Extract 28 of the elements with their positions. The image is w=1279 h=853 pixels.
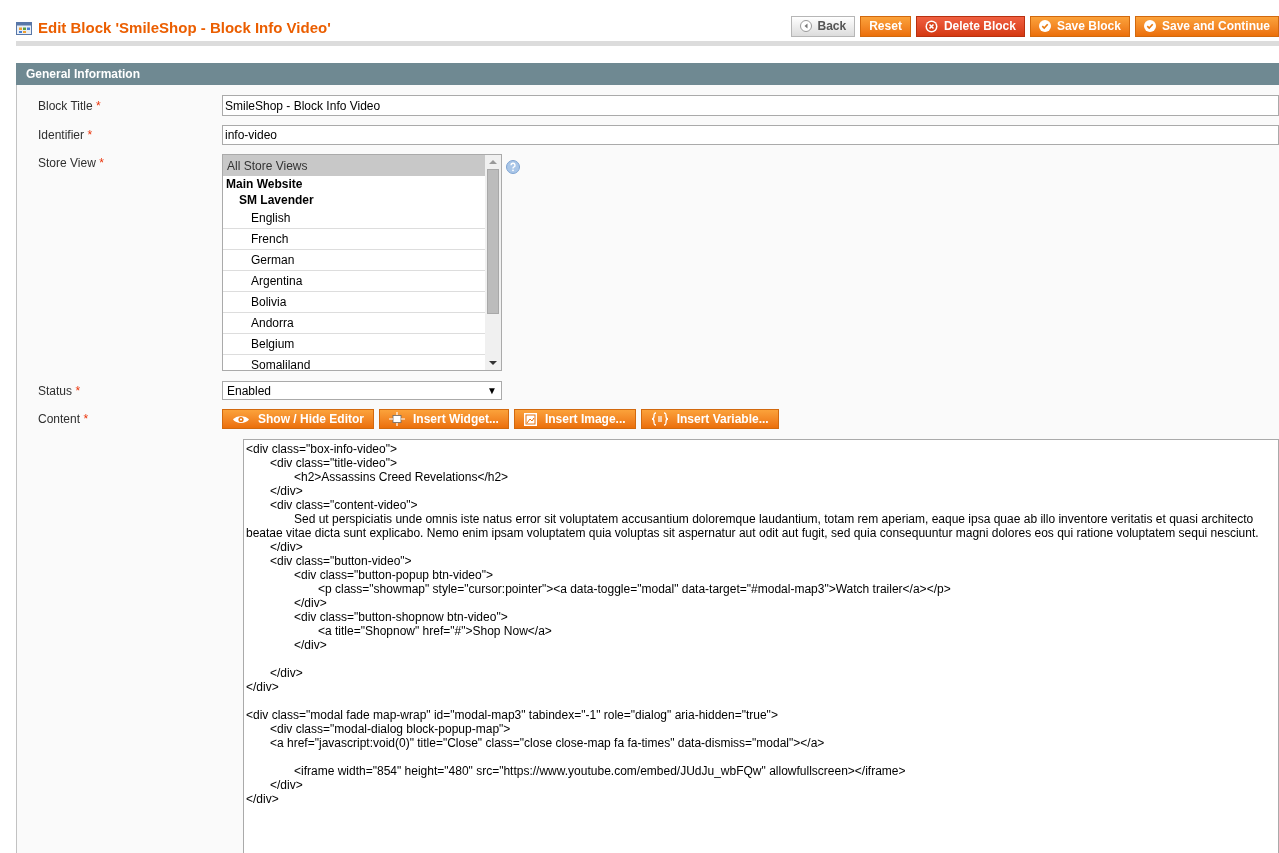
grid-icon	[16, 21, 32, 35]
text-field[interactable]: SmileShop - Block Info Video	[222, 95, 1279, 116]
check-circle-icon	[1038, 20, 1051, 32]
widget-icon	[389, 412, 405, 426]
option-group-label: Main Website	[225, 176, 304, 192]
check-circle-icon	[1143, 20, 1156, 32]
store-view-list[interactable]: All Store Views Main Website SM Lavender English French German Argentina Bolivia Andorra Belgium Somaliland	[222, 154, 502, 371]
field-label: Content *	[37, 411, 90, 428]
eye-icon	[232, 413, 250, 425]
help-icon[interactable]	[506, 160, 520, 174]
field-label: Block Title *	[37, 97, 102, 115]
content-field[interactable]: <div class="box-info-video"> <div class="title-video"> <h2>Assassins Creed Revelations</h2> </div> <div class="content-video"> Sed ut perspiciatis unde omnis iste natus error sit voluptatem accusantium doloremque laudantium, totam rem aperiam, eaque ipsa quae ab illo inventore veritatis et quasi architecto beatae vitae dicta sunt explicabo. Nemo enim ipsam voluptatem quia voluptas sit aspernatur aut odit aut fugit, sed quia consequuntur magni dolores eos qui ratione voluptatem sequi nesciunt. </div> <div class="button-video"> <div class="button-popup btn-video"> <p class="showmap" style="cursor:pointer"><a data-toggle="modal" data-target="#modal-map3">Watch trailer</a></p> </div> <div class="button-shopnow btn-video"> <a title="Shopnow" href="#">Shop Now</a> </div> </div> </div> <div class="modal fade map-wrap" id="modal-map3" tabindex="-1" role="dialog" aria-hidden="true"> <div class="modal-dialog block-popup-map"> <a href="javascript:void(0)" title="Close" class="close close-map fa fa-times" data-dismiss="modal"></a> <iframe width="854" height="480" src="https://www.youtube.com/embed/JUdJu_wbFQw" allowfullscreen></iframe> </div> </div>	[243, 439, 1279, 853]
image-icon	[523, 412, 537, 426]
field-label: Store View *	[37, 155, 105, 172]
braces-icon	[650, 412, 669, 426]
action-button[interactable]: Back	[790, 15, 856, 37]
field-label: Status *	[37, 382, 82, 400]
page-title: Edit Block 'SmileShop - Block Info Video'	[38, 17, 331, 38]
text-field[interactable]: info-video	[222, 125, 1279, 145]
section-header: General Information	[16, 63, 1279, 85]
action-button[interactable]: Delete Block	[915, 15, 1025, 37]
option-group-label: SM Lavender	[238, 192, 315, 208]
scrollbar[interactable]	[485, 155, 501, 370]
scrollbar-thumb[interactable]	[487, 169, 499, 314]
field-label: Identifier *	[37, 127, 94, 144]
close-circle-icon	[924, 19, 938, 33]
status-select[interactable]: Enabled ▼	[222, 381, 502, 400]
store-option[interactable]: All Store Views	[223, 155, 485, 176]
